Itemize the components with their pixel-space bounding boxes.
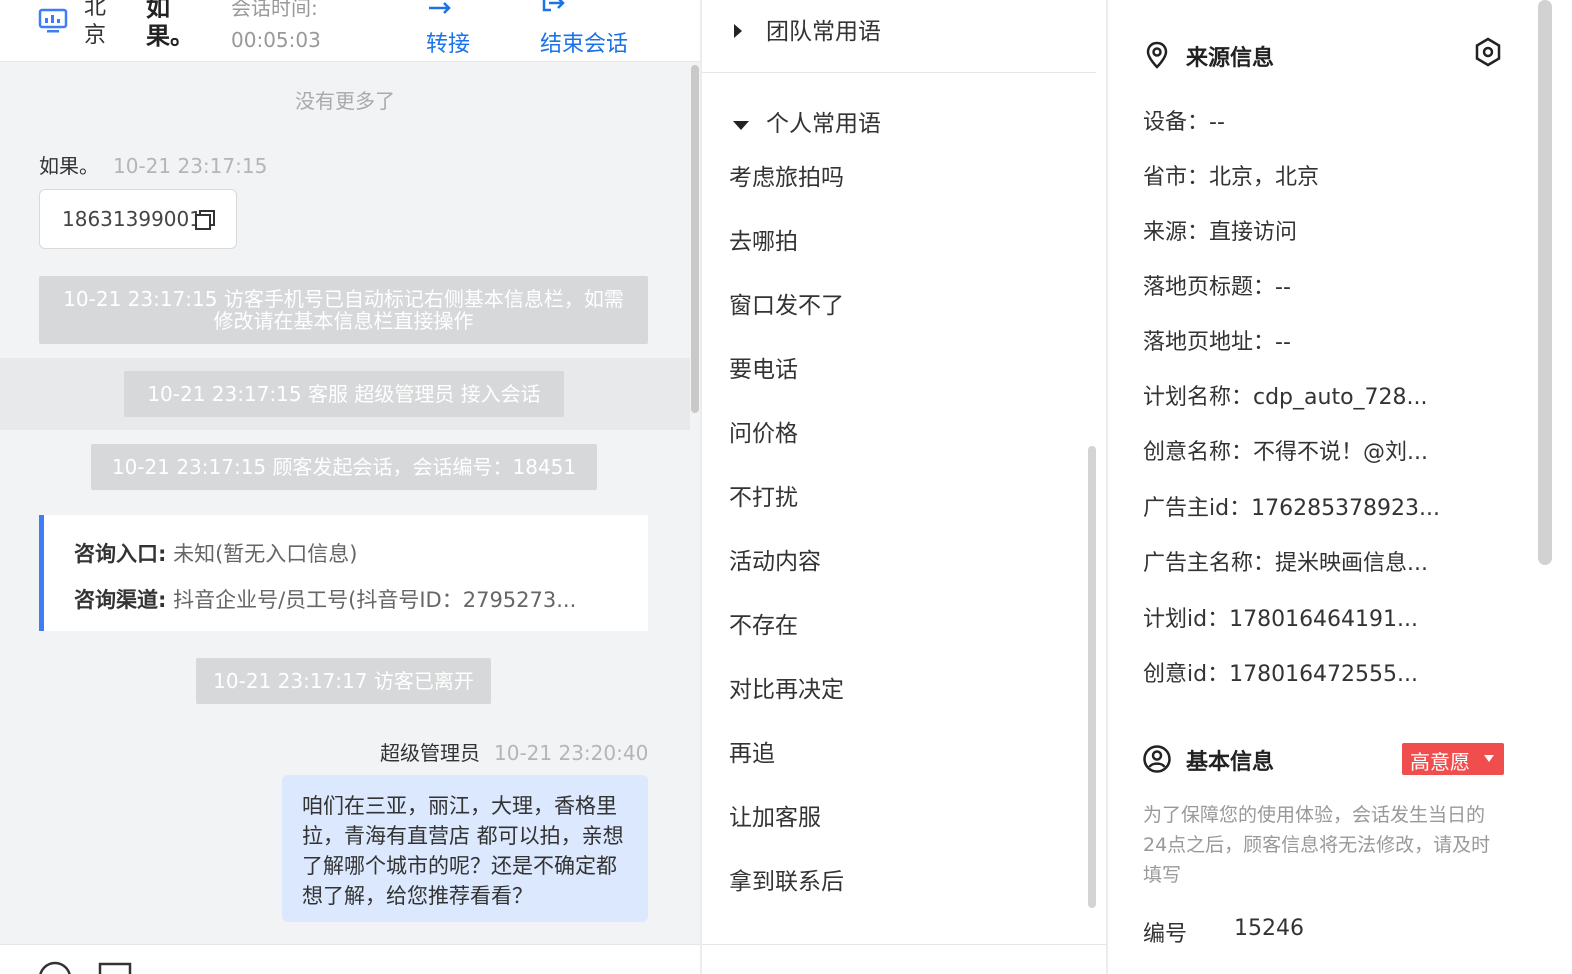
- system-message-agent-joined: 10-21 23:17:15 客服 超级管理员 接入会话: [124, 371, 564, 417]
- phrase-item[interactable]: 不打扰: [729, 478, 798, 512]
- copy-icon[interactable]: [194, 209, 216, 231]
- visitor-phone: 18631399001: [62, 207, 202, 231]
- channel-row: 咨询渠道: 抖音企业号/员工号(抖音号ID：2795273...: [74, 584, 576, 614]
- phrase-item[interactable]: 考虑旅拍吗: [729, 158, 844, 192]
- plan-name: 计划名称：cdp_auto_728...: [1143, 385, 1428, 410]
- number-value: 15246: [1234, 916, 1304, 941]
- phrase-item[interactable]: 活动内容: [729, 542, 821, 576]
- personal-phrases-group[interactable]: 个人常用语: [732, 104, 881, 138]
- session-time-label: 会话时间:: [231, 0, 318, 20]
- chat-pane: 北京 如果。 会话时间: 00:05:03 转接 结束会话 没有更多了 如果。 1…: [0, 0, 700, 974]
- agent-sender: 超级管理员: [380, 741, 480, 765]
- intent-badge[interactable]: 高意愿: [1402, 743, 1504, 775]
- transfer-icon[interactable]: [427, 0, 453, 16]
- settings-icon[interactable]: [1472, 36, 1504, 68]
- system-message-phone-marked: 10-21 23:17:15 访客手机号已自动标记右侧基本信息栏，如需修改请在基…: [39, 276, 648, 344]
- session-time: 00:05:03: [231, 28, 321, 52]
- phrase-item[interactable]: 对比再决定: [729, 670, 844, 704]
- system-message-visitor-left: 10-21 23:17:17 访客已离开: [196, 658, 491, 704]
- phrase-item[interactable]: 要电话: [729, 350, 798, 384]
- source-province: 省市：北京，北京: [1143, 165, 1320, 190]
- source-origin: 来源：直接访问: [1143, 220, 1298, 245]
- visitor-city: 北京: [84, 0, 107, 48]
- end-session-button[interactable]: 结束会话: [540, 26, 628, 58]
- caret-down-icon: [732, 111, 749, 137]
- user-circle-icon: [1143, 745, 1171, 773]
- entry-row: 咨询入口: 未知(暂无入口信息): [74, 538, 357, 568]
- landing-page-title: 落地页标题：--: [1143, 275, 1291, 300]
- monitor-icon: [38, 8, 68, 33]
- source-info-title: 来源信息: [1186, 46, 1275, 71]
- personal-phrases-label: 个人常用语: [766, 111, 881, 137]
- plan-id: 计划id：178016464191...: [1143, 607, 1419, 632]
- creative-id: 创意id：178016472555...: [1143, 662, 1419, 687]
- phrase-item[interactable]: 窗口发不了: [729, 286, 844, 320]
- info-pane: 来源信息 设备：-- 省市：北京，北京 来源：直接访问 落地页标题：-- 落地页…: [1108, 0, 1572, 974]
- visitor-message-time: 10-21 23:17:15: [113, 154, 268, 178]
- phrase-footer: [702, 944, 1106, 974]
- visitor-phone-message[interactable]: 18631399001: [39, 189, 237, 249]
- emoji-icon[interactable]: [38, 961, 72, 974]
- chat-header: 北京 如果。 会话时间: 00:05:03 转接 结束会话: [0, 0, 700, 62]
- number-label: 编号: [1143, 922, 1188, 947]
- chat-footer: [0, 944, 700, 974]
- advertiser-name: 广告主名称：提米映画信息...: [1143, 551, 1428, 576]
- visitor-name: 如果。: [146, 0, 194, 50]
- agent-message-bubble: 咱们在三亚，丽江，大理，香格里拉，青海有直营店 都可以拍，亲想了解哪个城市的呢？…: [282, 775, 648, 922]
- visitor-sender: 如果。: [39, 154, 99, 178]
- phrase-item[interactable]: 去哪拍: [729, 222, 798, 256]
- basic-info-title: 基本信息: [1186, 750, 1275, 775]
- phrase-item[interactable]: 再追: [729, 734, 775, 768]
- agent-message-time: 10-21 23:20:40: [494, 741, 649, 765]
- creative-name: 创意名称：不得不说！@刘...: [1143, 440, 1428, 465]
- phrase-item[interactable]: 问价格: [729, 414, 798, 448]
- chevron-down-icon: [1484, 755, 1494, 762]
- caret-right-icon: [732, 19, 748, 45]
- info-scrollbar[interactable]: [1538, 0, 1552, 565]
- group-divider: [702, 72, 1096, 73]
- channel-value: 抖音企业号/员工号(抖音号ID：2795273...: [173, 588, 577, 612]
- landing-page-url: 落地页地址：--: [1143, 330, 1291, 355]
- visitor-message-meta: 如果。 10-21 23:17:15: [39, 150, 267, 179]
- channel-label: 咨询渠道:: [74, 588, 167, 612]
- entry-info-card: 咨询入口: 未知(暂无入口信息) 咨询渠道: 抖音企业号/员工号(抖音号ID：2…: [39, 515, 648, 631]
- entry-value: 未知(暂无入口信息): [173, 542, 358, 566]
- no-more-note: 没有更多了: [295, 89, 395, 113]
- phrase-item[interactable]: 让加客服: [729, 798, 821, 832]
- source-device: 设备：--: [1143, 110, 1225, 135]
- team-phrases-label: 团队常用语: [766, 19, 881, 45]
- transfer-button[interactable]: 转接: [426, 26, 470, 58]
- phrase-item[interactable]: 不存在: [729, 606, 798, 640]
- intent-label: 高意愿: [1410, 750, 1470, 774]
- exit-icon[interactable]: [541, 0, 567, 16]
- location-pin-icon: [1146, 41, 1168, 69]
- system-message-session-started: 10-21 23:17:15 顾客发起会话，会话编号：18451: [91, 444, 597, 490]
- team-phrases-group[interactable]: 团队常用语: [732, 12, 881, 46]
- entry-label: 咨询入口:: [74, 542, 167, 566]
- chat-scrollbar[interactable]: [691, 65, 699, 413]
- edit-notice: 为了保障您的使用体验，会话发生当日的24点之后，顾客信息将无法修改，请及时填写: [1143, 804, 1491, 886]
- image-icon[interactable]: [98, 961, 132, 974]
- phrase-scrollbar[interactable]: [1088, 446, 1096, 908]
- phrase-item[interactable]: 拿到联系后: [729, 862, 844, 896]
- advertiser-id: 广告主id：176285378923...: [1143, 496, 1441, 521]
- phrase-pane: 团队常用语 个人常用语 考虑旅拍吗 去哪拍 窗口发不了 要电话 问价格 不打扰 …: [702, 0, 1106, 974]
- agent-message-meta: 超级管理员 10-21 23:20:40: [380, 737, 648, 766]
